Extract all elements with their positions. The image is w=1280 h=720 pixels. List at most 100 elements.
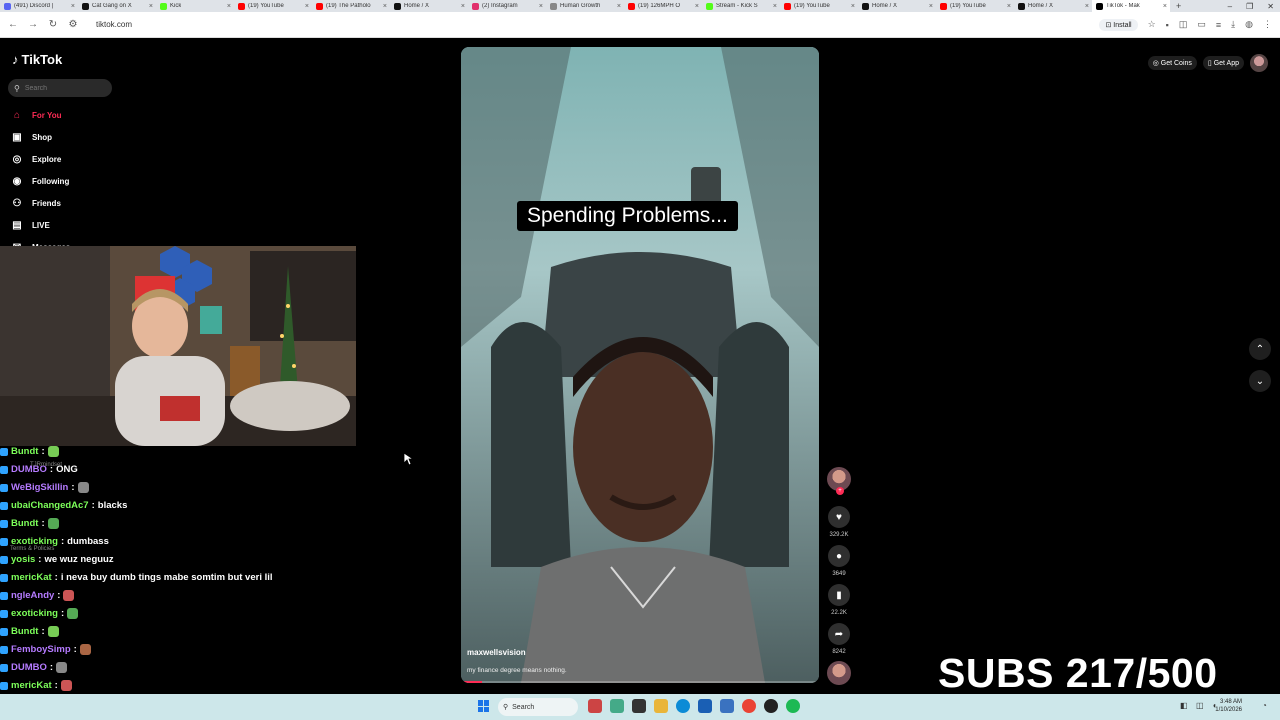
maximize-icon[interactable]: ❐ [1246, 2, 1253, 11]
get-app-button[interactable]: ▯ Get App [1202, 56, 1244, 70]
forward-icon[interactable]: → [28, 19, 38, 30]
site-info-icon[interactable]: ⚙ [68, 19, 78, 30]
taskbar-search[interactable]: ⚲ Search [498, 698, 578, 716]
video-player[interactable]: Spending Problems... maxwellsvision my f… [461, 47, 819, 683]
browser-tab[interactable]: Human Growth × [546, 0, 624, 12]
browser-tab[interactable]: (2) Instagram × [468, 0, 546, 12]
browser-tab[interactable]: Home / X × [858, 0, 936, 12]
tray-icon[interactable]: ◧ [1180, 701, 1188, 710]
spotify-icon[interactable] [786, 699, 800, 713]
download-icon[interactable]: ⤓ [1231, 19, 1235, 30]
url-field[interactable]: tiktok.com [96, 20, 1089, 29]
profile-icon[interactable]: ◍ [1245, 19, 1253, 30]
share-button[interactable]: ➦ [828, 623, 850, 645]
windows-start-icon[interactable] [478, 700, 490, 712]
app-icon[interactable] [610, 699, 624, 713]
browser-tab[interactable]: Stream - Kick S × [702, 0, 780, 12]
search-bar[interactable]: ⚲ [8, 79, 112, 97]
browser-tab[interactable]: Cat Gang on X × [78, 0, 156, 12]
tab-close-icon[interactable]: × [383, 3, 387, 10]
extension-icon[interactable]: ▪ [1166, 20, 1169, 30]
tab-close-icon[interactable]: × [539, 3, 543, 10]
video-progress-bar[interactable] [461, 681, 819, 683]
menu-icon[interactable]: ⋮ [1263, 19, 1272, 30]
chrome-icon[interactable] [742, 699, 756, 713]
tab-close-icon[interactable]: × [149, 3, 153, 10]
extensions-puzzle-icon[interactable]: ◫ [1179, 19, 1188, 30]
browser-tab[interactable]: (19) 126MPH O × [624, 0, 702, 12]
tab-close-icon[interactable]: × [227, 3, 231, 10]
obs-icon[interactable] [764, 699, 778, 713]
sidebar-item-friends[interactable]: ⚇ Friends [10, 196, 61, 210]
chat-username[interactable]: Bundt [11, 446, 38, 457]
sidebar-item-explore[interactable]: ◎ Explore [10, 152, 62, 166]
sound-disc-icon[interactable] [827, 661, 851, 685]
search-input[interactable] [24, 84, 105, 92]
tab-close-icon[interactable]: × [1163, 3, 1167, 10]
tiktok-logo[interactable]: ♪ TikTok [12, 52, 62, 67]
app-icon[interactable] [588, 699, 602, 713]
back-icon[interactable]: ← [8, 19, 18, 30]
notification-icon[interactable]: ◔ [1262, 701, 1267, 710]
chat-username[interactable]: mericKat [11, 680, 52, 691]
install-button[interactable]: ⊡ Install [1099, 18, 1138, 31]
browser-tab[interactable]: (19) YouTube × [936, 0, 1014, 12]
tab-close-icon[interactable]: × [851, 3, 855, 10]
chat-username[interactable]: Bundt [11, 626, 38, 637]
chat-username[interactable]: exoticking [11, 608, 58, 619]
video-author[interactable]: maxwellsvision [467, 648, 526, 657]
browser-tab[interactable]: TikTok - Mak × [1092, 0, 1170, 12]
sidebar-item-for-you[interactable]: ⌂ For You [10, 108, 62, 122]
follow-plus-icon[interactable]: + [836, 487, 844, 495]
chat-username[interactable]: yosis [11, 554, 35, 565]
tab-close-icon[interactable]: × [1085, 3, 1089, 10]
comment-button[interactable]: ● [828, 545, 850, 567]
next-video-button[interactable]: ⌄ [1249, 370, 1271, 392]
like-button[interactable]: ♥ [828, 506, 850, 528]
previous-video-button[interactable]: ⌃ [1249, 338, 1271, 360]
taskbar-clock[interactable]: 3:48 AM 1/10/2026 [1215, 698, 1242, 714]
chat-username[interactable]: FemboySimp [11, 644, 71, 655]
new-tab-icon[interactable]: + [1170, 1, 1187, 11]
get-coins-button[interactable]: ◎ Get Coins [1147, 56, 1197, 70]
app-icon[interactable] [720, 699, 734, 713]
browser-tab[interactable]: Home / X × [1014, 0, 1092, 12]
user-avatar[interactable] [1250, 54, 1268, 72]
browser-tab[interactable]: Kick × [156, 0, 234, 12]
browser-tab[interactable]: (491) Discord | × [0, 0, 78, 12]
side-panel-icon[interactable]: ▭ [1197, 19, 1206, 30]
sidebar-item-shop[interactable]: ▣ Shop [10, 130, 52, 144]
tab-close-icon[interactable]: × [305, 3, 309, 10]
edge-icon[interactable] [676, 699, 690, 713]
save-button[interactable]: ▮ [828, 584, 850, 606]
sidebar-item-following[interactable]: ◉ Following [10, 174, 70, 188]
tab-close-icon[interactable]: × [461, 3, 465, 10]
chat-username[interactable]: mericKat [11, 572, 52, 583]
app-icon[interactable] [698, 699, 712, 713]
tab-close-icon[interactable]: × [929, 3, 933, 10]
browser-tab[interactable]: Home / X × [390, 0, 468, 12]
browser-tab[interactable]: (19) YouTube × [780, 0, 858, 12]
bookmark-star-icon[interactable]: ☆ [1148, 19, 1156, 30]
browser-tab[interactable]: (19) YouTube × [234, 0, 312, 12]
tab-close-icon[interactable]: × [617, 3, 621, 10]
sidebar-item-live[interactable]: ▤ LIVE [10, 218, 50, 232]
reload-icon[interactable]: ↻ [48, 19, 58, 30]
chat-username[interactable]: Bundt [11, 518, 38, 529]
network-icon[interactable]: ◫ [1196, 701, 1204, 710]
chat-username[interactable]: ngleAndy [11, 590, 54, 601]
tab-favicon-icon [628, 2, 635, 10]
tab-close-icon[interactable]: × [773, 3, 777, 10]
chat-username[interactable]: ubaiChangedAc7 [11, 500, 89, 511]
tab-close-icon[interactable]: × [71, 3, 75, 10]
browser-tab[interactable]: (19) The Patholo × [312, 0, 390, 12]
tab-close-icon[interactable]: × [695, 3, 699, 10]
tab-close-icon[interactable]: × [1007, 3, 1011, 10]
app-icon[interactable] [632, 699, 646, 713]
minimize-icon[interactable]: – [1228, 2, 1232, 11]
chat-username[interactable]: WeBigSkillin [11, 482, 68, 493]
media-icon[interactable]: ≡ [1216, 20, 1221, 30]
close-window-icon[interactable]: ✕ [1267, 2, 1274, 11]
chat-username[interactable]: DUMBO [11, 662, 47, 673]
file-explorer-icon[interactable] [654, 699, 668, 713]
